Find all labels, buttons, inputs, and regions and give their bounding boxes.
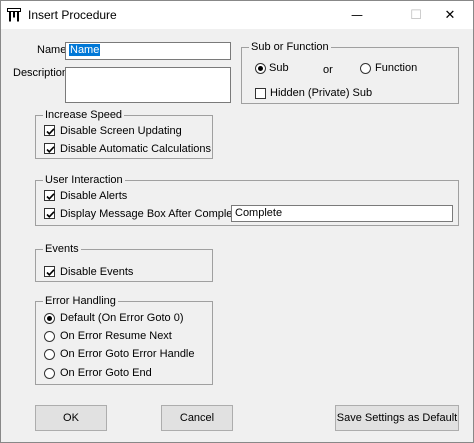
save-settings-default-button[interactable]: Save Settings as Default (335, 405, 459, 431)
or-label: or (323, 64, 333, 76)
disable-screen-updating-label: Disable Screen Updating (60, 125, 182, 137)
increase-speed-legend: Increase Speed (43, 109, 125, 122)
error-goto-end-radio[interactable] (44, 368, 55, 379)
cancel-button[interactable]: Cancel (161, 405, 233, 431)
disable-screen-updating-checkbox[interactable] (44, 125, 55, 136)
title-bar: Insert Procedure — ☐ ✕ (1, 1, 473, 29)
message-text-value: Complete (235, 207, 283, 219)
insert-procedure-dialog: Insert Procedure — ☐ ✕ Name Name Descrip… (0, 0, 474, 443)
name-input-value: Name (69, 44, 101, 56)
description-input[interactable] (65, 67, 231, 103)
check-icon (46, 128, 55, 135)
error-goto-handle-radio[interactable] (44, 349, 55, 360)
error-resume-next-label: On Error Resume Next (60, 330, 172, 342)
maximize-icon: ☐ (410, 7, 422, 23)
sub-radio[interactable] (255, 63, 266, 74)
description-label: Description (13, 67, 69, 79)
error-resume-next-radio[interactable] (44, 331, 55, 342)
ok-button[interactable]: OK (35, 405, 107, 431)
display-message-box-checkbox[interactable] (44, 208, 55, 219)
check-icon (46, 193, 55, 200)
events-legend: Events (43, 243, 81, 256)
sub-or-function-legend: Sub or Function (249, 41, 331, 54)
name-input[interactable]: Name (65, 42, 231, 60)
user-interaction-legend: User Interaction (43, 174, 125, 187)
error-handling-legend: Error Handling (43, 295, 118, 308)
minimize-button[interactable]: — (334, 1, 380, 29)
hidden-sub-checkbox[interactable] (255, 88, 266, 99)
minimize-icon: — (351, 8, 363, 22)
disable-events-label: Disable Events (60, 266, 134, 278)
error-goto-end-label: On Error Goto End (60, 367, 152, 379)
error-goto-handle-label: On Error Goto Error Handle (60, 348, 195, 360)
disable-events-checkbox[interactable] (44, 266, 55, 277)
disable-automatic-calculations-checkbox[interactable] (44, 143, 55, 154)
display-message-box-label: Display Message Box After Complete (60, 208, 242, 220)
close-icon: ✕ (444, 7, 456, 23)
disable-automatic-calculations-label: Disable Automatic Calculations (60, 143, 212, 155)
hidden-sub-label: Hidden (Private) Sub (270, 87, 373, 99)
sub-radio-label: Sub (269, 62, 289, 74)
check-icon (46, 211, 55, 218)
message-text-input[interactable]: Complete (231, 205, 453, 222)
function-radio-label: Function (375, 62, 418, 74)
name-label: Name (37, 44, 67, 56)
close-button[interactable]: ✕ (427, 1, 473, 29)
error-default-label: Default (On Error Goto 0) (60, 312, 184, 324)
window-title: Insert Procedure (28, 8, 117, 22)
app-icon (7, 8, 21, 22)
check-icon (46, 269, 55, 276)
error-default-radio[interactable] (44, 313, 55, 324)
disable-alerts-checkbox[interactable] (44, 190, 55, 201)
disable-alerts-label: Disable Alerts (60, 190, 128, 202)
check-icon (46, 146, 55, 153)
function-radio[interactable] (360, 63, 371, 74)
